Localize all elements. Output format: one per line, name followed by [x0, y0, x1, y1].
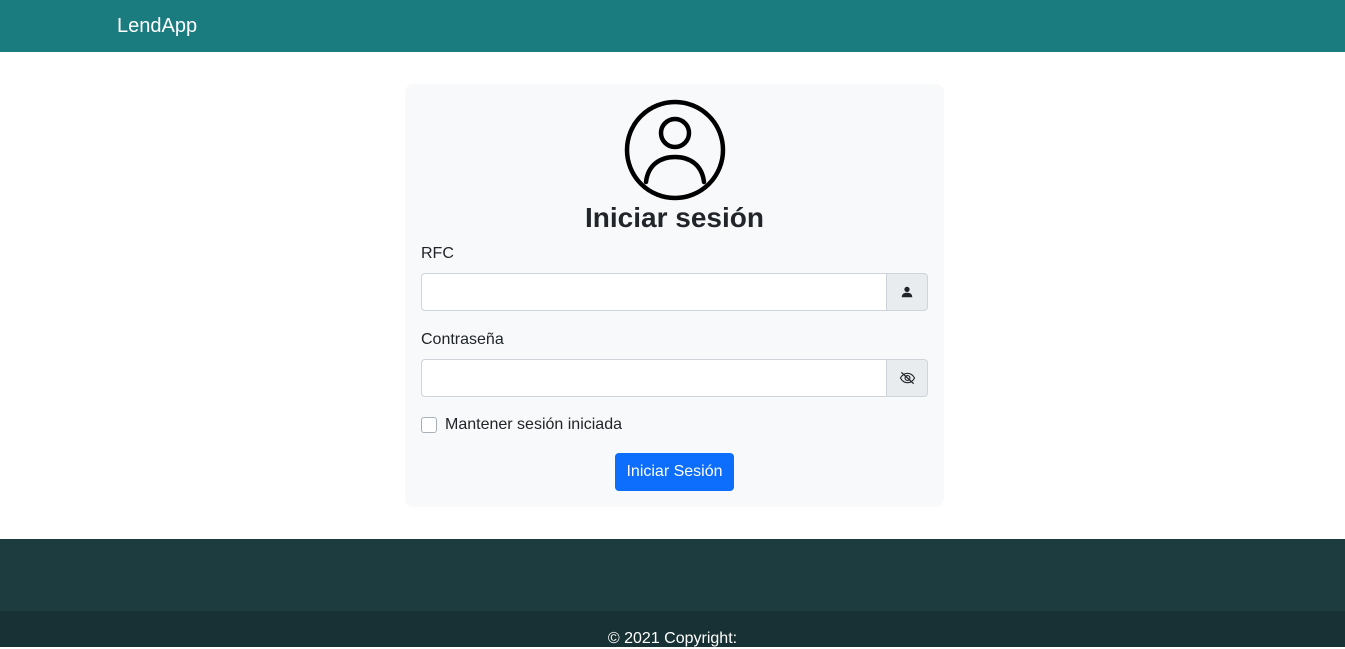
person-icon [886, 273, 928, 311]
password-input[interactable] [421, 359, 887, 397]
footer-main [0, 539, 1345, 611]
login-card: Iniciar sesión RFC Contraseña Mantener s… [405, 84, 944, 507]
password-label: Contraseña [421, 331, 504, 348]
brand-link[interactable]: LendApp [117, 13, 197, 39]
eye-slash-icon[interactable] [886, 359, 928, 397]
person-circle-icon [624, 99, 726, 201]
rfc-label: RFC [421, 245, 454, 262]
remember-row: Mantener sesión iniciada [421, 415, 622, 435]
rfc-input-group [421, 273, 928, 311]
footer-copyright-bar: © 2021 Copyright: [0, 611, 1345, 647]
rfc-input[interactable] [421, 273, 887, 311]
login-button[interactable]: Iniciar Sesión [615, 453, 734, 491]
copyright-text: © 2021 Copyright: [607, 630, 738, 647]
navbar: LendApp [0, 0, 1345, 52]
remember-label[interactable]: Mantener sesión iniciada [445, 415, 622, 435]
page-title: Iniciar sesión [585, 202, 764, 233]
password-input-group [421, 359, 928, 397]
remember-checkbox[interactable] [421, 417, 437, 433]
